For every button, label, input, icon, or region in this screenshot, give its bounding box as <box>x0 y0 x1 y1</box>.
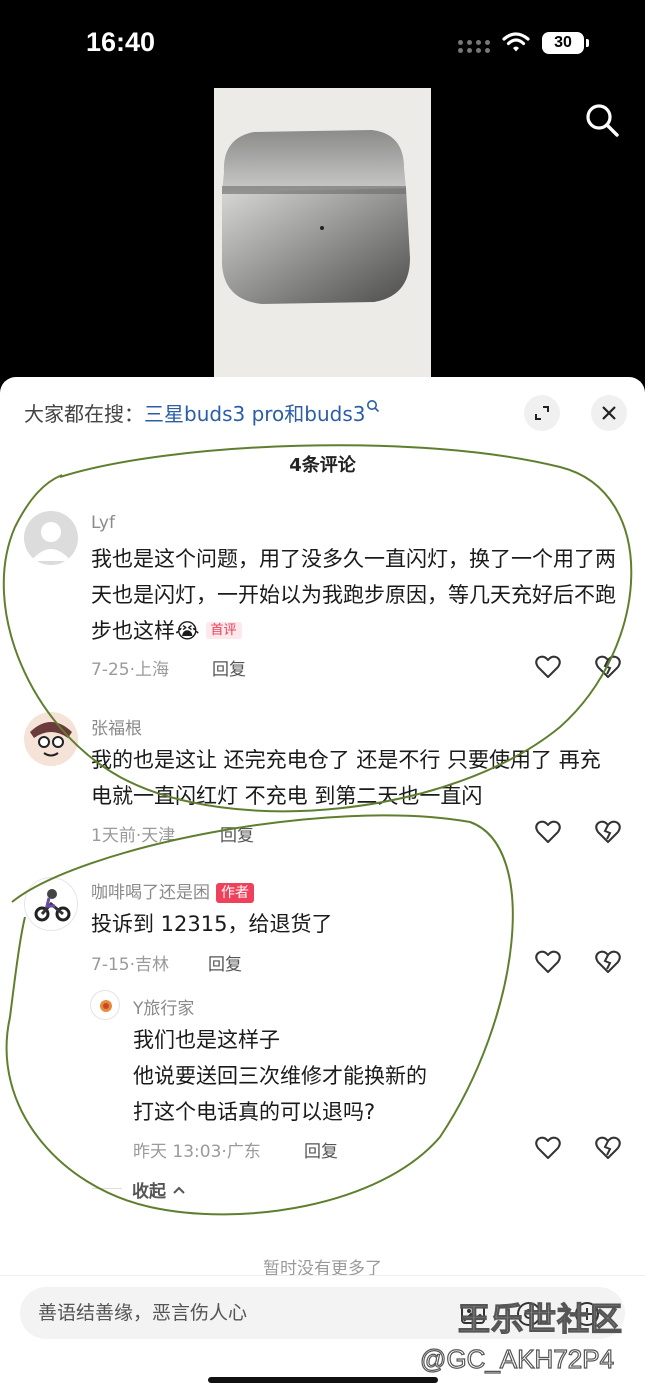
home-indicator[interactable] <box>208 1377 438 1383</box>
trending-search: 大家都在搜：三星buds3 pro和buds3 <box>24 398 380 427</box>
dot-avatar-icon <box>100 1000 112 1012</box>
collapse-divider <box>92 1188 122 1189</box>
comment-username[interactable]: 咖啡喝了还是困 <box>91 883 210 903</box>
reply-button[interactable]: 回复 <box>208 950 242 975</box>
status-time: 16:40 <box>86 27 156 57</box>
avatar[interactable] <box>24 511 78 565</box>
small-search-icon[interactable] <box>366 399 380 413</box>
like-icon[interactable] <box>534 818 562 846</box>
watermark-handle: @GC_AKH72P4 <box>419 1343 615 1374</box>
cellular-signal-icon <box>458 38 492 54</box>
comment-location: 天津 <box>141 826 176 846</box>
dislike-icon[interactable] <box>594 818 622 846</box>
close-icon <box>602 406 616 420</box>
comment-text: 我也是这个问题，用了没多久一直闪灯，换了一个用了两天也是闪灯，一开始以为我跑步原… <box>91 541 621 649</box>
author-badge: 作者 <box>216 883 254 903</box>
trending-search-link[interactable]: 三星buds3 pro和buds3 <box>144 402 366 426</box>
comment-body: 我也是这个问题，用了没多久一直闪灯，换了一个用了两天也是闪灯，一开始以为我跑步原… <box>91 547 616 643</box>
reply-username[interactable]: Y旅行家 <box>133 994 194 1019</box>
comment-location: 吉林 <box>135 955 169 975</box>
reply-meta: 昨天 13:03·广东 <box>133 1142 261 1162</box>
reply-button[interactable]: 回复 <box>304 1137 338 1162</box>
default-avatar-icon <box>31 522 71 561</box>
like-icon[interactable] <box>534 653 562 681</box>
motorbike-avatar-icon <box>34 889 71 922</box>
avatar[interactable] <box>90 990 120 1020</box>
trending-search-prefix: 大家都在搜： <box>24 402 144 426</box>
reply-location: 广东 <box>226 1142 261 1162</box>
comment-date: 7-25 <box>91 660 130 680</box>
chevron-up-icon <box>173 1186 185 1194</box>
comment-body: 投诉到 12315，给退货了 <box>91 912 333 936</box>
dislike-icon[interactable] <box>594 948 622 976</box>
reply-button[interactable]: 回复 <box>212 655 246 680</box>
comment-meta: 1天前·天津 <box>91 826 176 846</box>
reply-button[interactable]: 回复 <box>220 821 254 846</box>
comment-username-row: 咖啡喝了还是困 作者 <box>91 878 254 903</box>
comment-sheet: 大家都在搜：三星buds3 pro和buds3 4条评论 Lyf 我也是这个问题… <box>0 377 645 1398</box>
video-frame[interactable] <box>214 88 431 380</box>
expand-icon <box>535 406 549 420</box>
reply-line: 我们也是这样子 <box>133 1028 280 1052</box>
avatar[interactable] <box>24 877 78 931</box>
reply-date: 昨天 13:03 <box>133 1142 222 1162</box>
wifi-icon <box>502 32 530 52</box>
comment-date: 7-15 <box>91 955 130 975</box>
comment-count: 4条评论 <box>289 455 356 476</box>
comment-date: 1天前 <box>91 826 136 846</box>
avatar[interactable] <box>24 712 78 766</box>
reply-body: 我们也是这样子 他说要送回三次维修才能换新的 打这个电话真的可以退吗? <box>133 1022 613 1130</box>
comment-meta: 7-25·上海 <box>91 660 169 680</box>
battery-tip <box>586 39 589 47</box>
comment-body: 我的也是这让 还完充电仓了 还是不行 只要使用了 再充电就一直闪红灯 不充电 到… <box>91 748 601 808</box>
collapse-button[interactable]: 收起 <box>132 1177 186 1202</box>
close-button[interactable] <box>591 395 627 431</box>
status-bar: 16:40 30 <box>0 0 645 88</box>
comment-location: 上海 <box>135 660 169 680</box>
comment-meta: 7-15·吉林 <box>91 955 169 975</box>
search-icon[interactable] <box>584 102 620 138</box>
reply-line: 他说要送回三次维修才能换新的 <box>133 1064 427 1088</box>
dislike-icon[interactable] <box>594 1134 622 1162</box>
collapse-label: 收起 <box>132 1182 166 1202</box>
cartoon-avatar-icon <box>24 712 78 766</box>
expand-button[interactable] <box>524 395 560 431</box>
first-comment-badge: 首评 <box>205 622 242 639</box>
battery-icon: 30 <box>542 32 584 54</box>
earbuds-case-image <box>214 88 431 380</box>
like-icon[interactable] <box>534 1134 562 1162</box>
watermark-text: 王乐世社区 <box>457 1299 624 1338</box>
reply-line: 打这个电话真的可以退吗? <box>133 1100 376 1124</box>
comment-username[interactable]: Lyf <box>91 513 115 533</box>
comment-input[interactable] <box>38 1287 438 1339</box>
like-icon[interactable] <box>534 948 562 976</box>
comment-username[interactable]: 张福根 <box>91 714 142 739</box>
dislike-icon[interactable] <box>594 653 622 681</box>
